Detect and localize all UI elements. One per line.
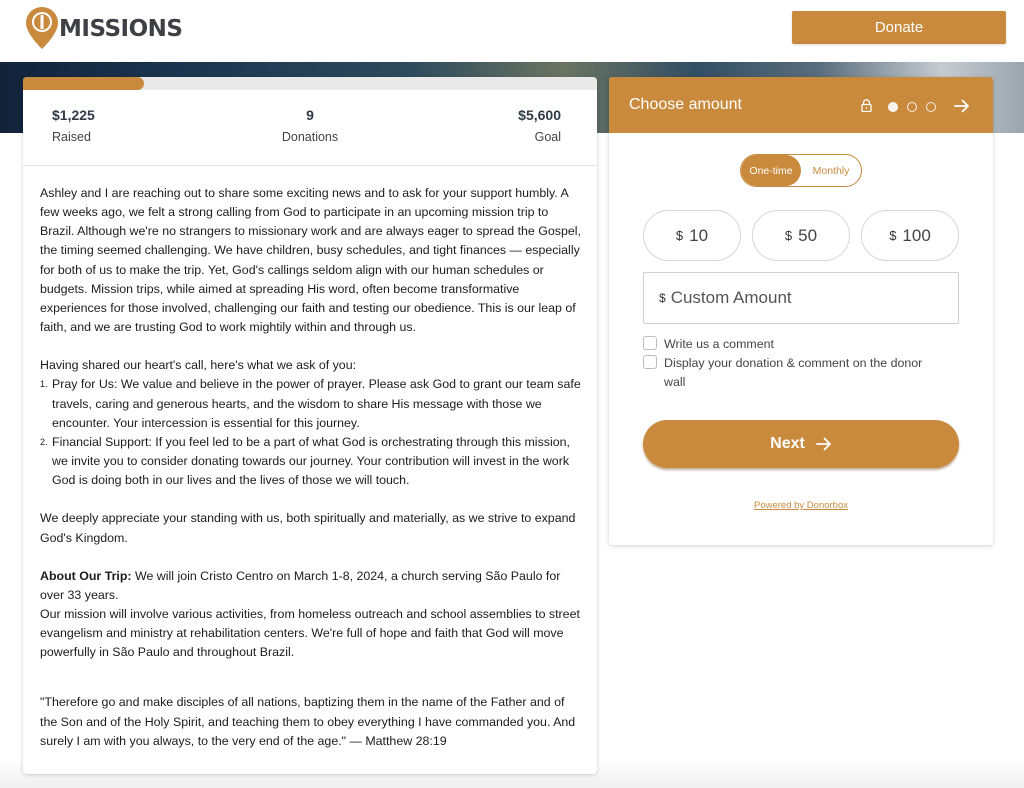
story-intro: Ashley and I are reaching out to share s… [40, 186, 581, 335]
comment-option[interactable]: Write us a comment [643, 335, 774, 354]
map-pin-logo-icon [26, 7, 58, 49]
site-logo[interactable]: MISSIONS [25, 6, 183, 50]
donations-value: 9 [306, 107, 314, 123]
story-mission: Our mission will involve various activit… [40, 606, 580, 660]
widget-title: Choose amount [629, 96, 742, 113]
fundraising-progress-bar [23, 77, 597, 90]
list-number: 2. [40, 436, 48, 447]
currency-symbol: $ [659, 291, 666, 305]
frequency-toggle: One-time Monthly [740, 154, 862, 187]
story-ask-heading: Having shared our heart's call, here's w… [40, 358, 357, 373]
step-dot-3 [926, 102, 936, 112]
campaign-stats: $1,225 Raised 9 Donations $5,600 Goal [23, 107, 597, 165]
preset-amounts: $10 $50 $100 [643, 210, 959, 261]
currency-symbol: $ [784, 228, 793, 243]
donor-wall-option[interactable]: Display your donation & comment on the d… [643, 354, 943, 392]
campaign-story-card: $1,225 Raised 9 Donations $5,600 Goal As… [23, 77, 597, 774]
list-item: 2. Financial Support: If you feel led to … [40, 433, 585, 490]
monthly-option[interactable]: Monthly [801, 155, 861, 186]
trip-heading: About Our Trip: [40, 568, 132, 583]
donations-label: Donations [281, 130, 339, 144]
currency-symbol: $ [889, 228, 897, 243]
amount-value: 50 [798, 225, 818, 245]
arrow-right-icon[interactable] [954, 99, 970, 113]
amount-value: 100 [902, 225, 931, 245]
stats-divider [23, 165, 597, 166]
step-dot-2 [907, 102, 917, 112]
currency-symbol: $ [675, 228, 684, 243]
next-button[interactable]: Next [643, 420, 959, 468]
stat-donations: 9 Donations [23, 107, 597, 144]
list-item-text: Financial Support: If you feel led to be… [52, 434, 570, 488]
amount-button-50[interactable]: $50 [752, 210, 850, 261]
donor-wall-checkbox[interactable] [643, 355, 657, 369]
lock-icon [861, 99, 872, 112]
stat-goal: $5,600 Goal [518, 107, 561, 144]
list-item: 1. Pray for Us: We value and believe in t… [40, 375, 585, 432]
widget-header: Choose amount [609, 77, 993, 133]
powered-by-link[interactable]: Powered by Donorbox [609, 500, 993, 511]
story-appreciation: We deeply appreciate your standing with … [40, 511, 576, 545]
custom-amount-input[interactable]: $ Custom Amount [643, 272, 959, 324]
fundraising-progress-fill [23, 77, 144, 90]
story-trip: About Our Trip: We will join Cristo Cent… [40, 567, 585, 605]
goal-value: $5,600 [518, 107, 561, 123]
comment-checkbox-label: Write us a comment [664, 337, 774, 351]
comment-checkbox[interactable] [643, 336, 657, 350]
amount-value: 10 [689, 225, 709, 245]
story-asks-list: 1. Pray for Us: We value and believe in t… [40, 375, 585, 490]
arrow-right-icon [815, 437, 831, 451]
story-quote: "Therefore go and make disciples of all … [40, 695, 576, 748]
logo-text: MISSIONS [59, 16, 183, 42]
list-item-text: Pray for Us: We value and believe in the… [52, 377, 581, 430]
list-number: 1. [40, 379, 48, 390]
donor-wall-checkbox-label: Display your donation & comment on the d… [664, 356, 923, 389]
site-header: MISSIONS Donate [0, 0, 1024, 62]
next-button-label: Next [770, 435, 805, 452]
donation-widget: Choose amount One-time Monthly $10 $50 $… [609, 77, 993, 545]
one-time-option[interactable]: One-time [741, 155, 801, 186]
goal-label: Goal [534, 130, 561, 144]
amount-button-10[interactable]: $10 [643, 210, 741, 261]
step-indicator [888, 102, 936, 112]
campaign-story: Ashley and I are reaching out to share s… [40, 184, 585, 751]
step-dot-1 [888, 102, 898, 112]
amount-button-100[interactable]: $100 [861, 210, 959, 261]
header-donate-button[interactable]: Donate [792, 11, 1006, 44]
custom-amount-placeholder: Custom Amount [670, 288, 792, 307]
